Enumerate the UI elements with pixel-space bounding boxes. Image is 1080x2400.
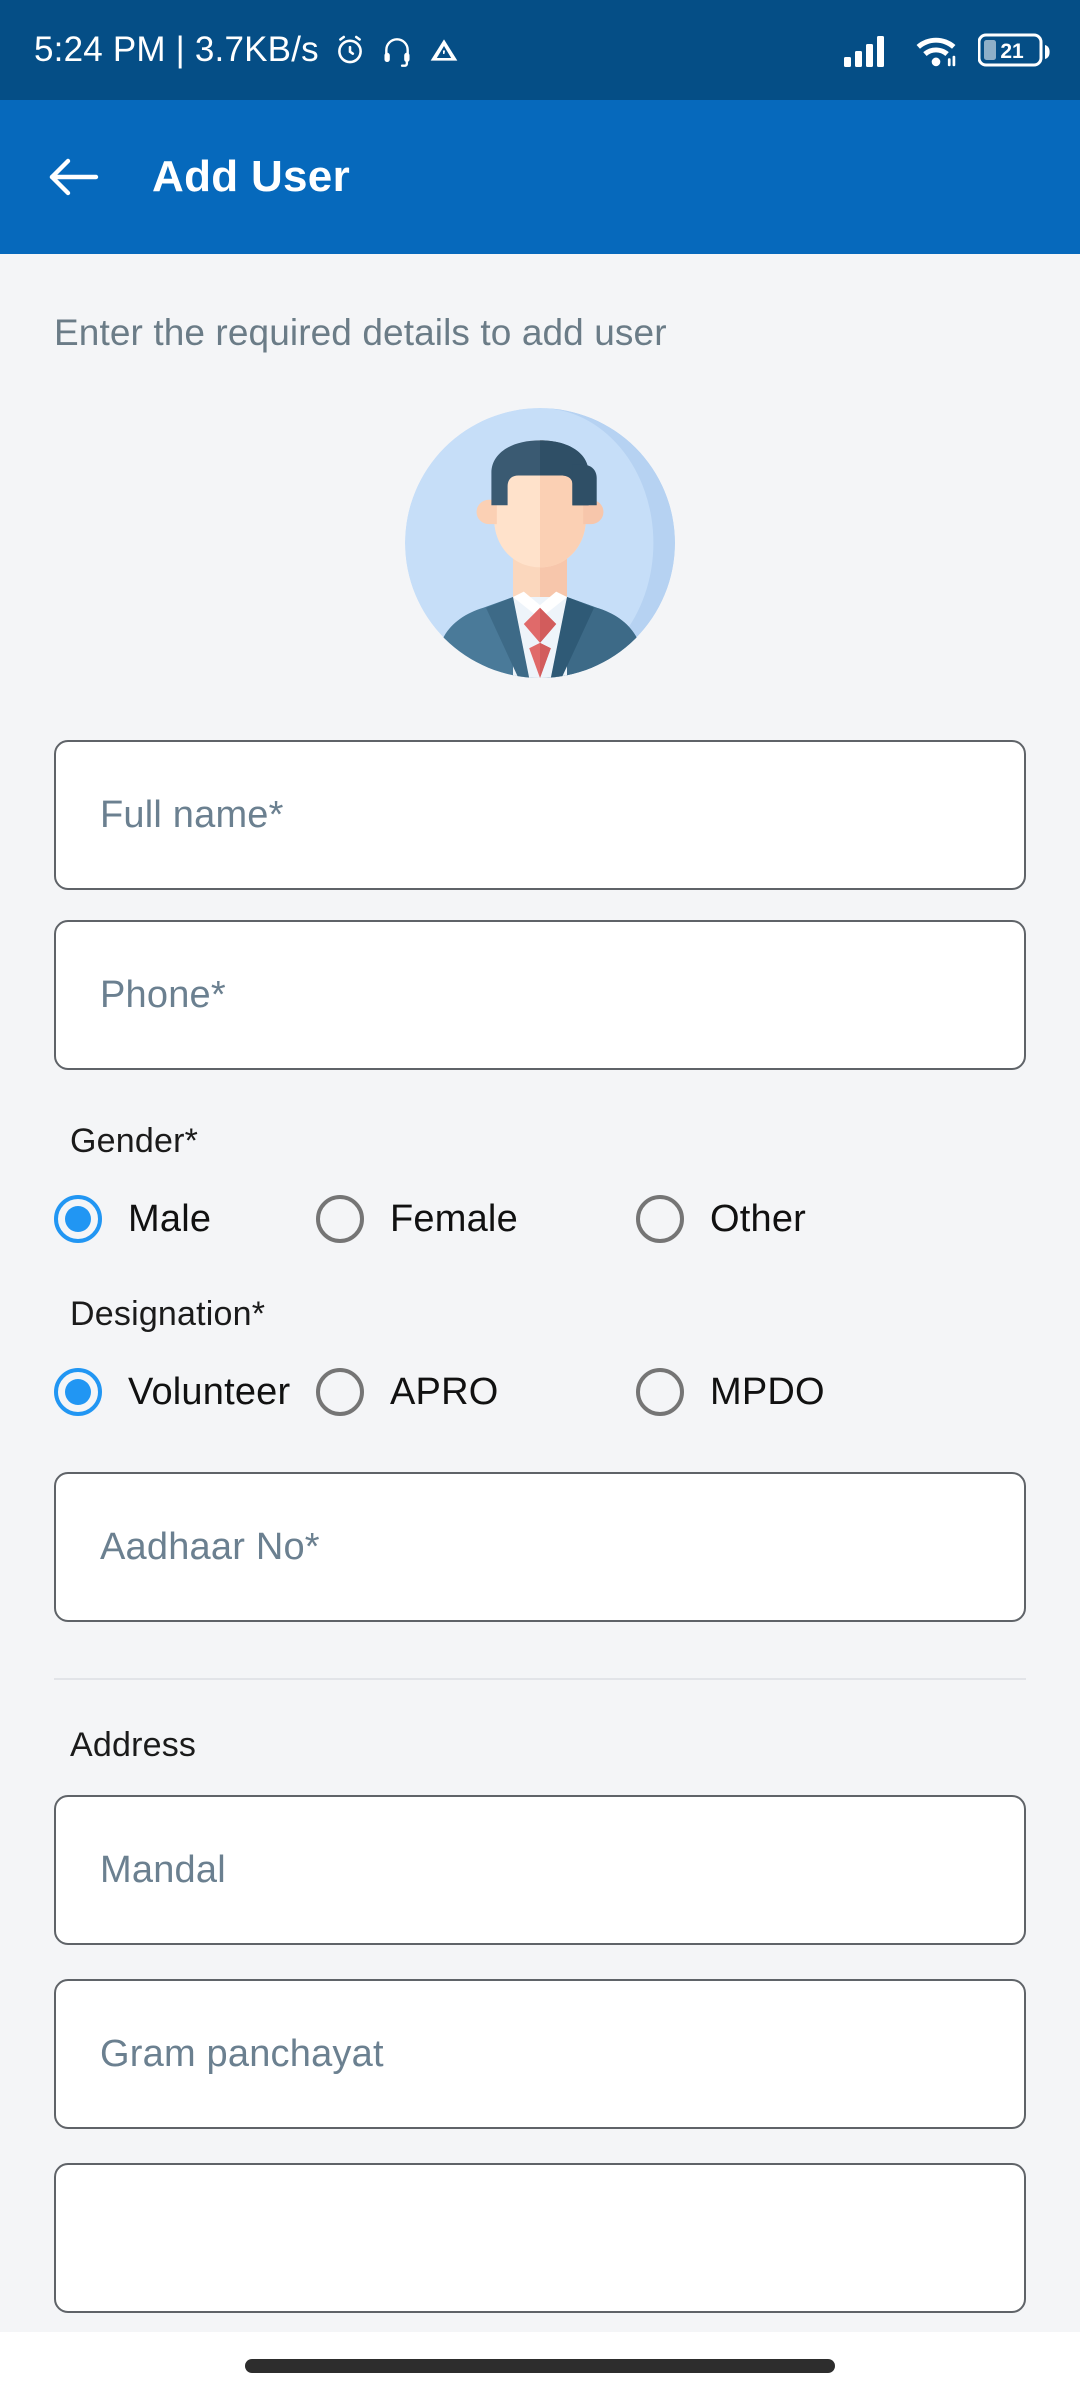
avatar-container bbox=[54, 408, 1026, 678]
designation-option-label: Volunteer bbox=[128, 1370, 291, 1413]
status-bar-right: 21 bbox=[844, 31, 1052, 69]
battery-level-text: 21 bbox=[1000, 40, 1024, 63]
headphones-icon bbox=[384, 38, 410, 67]
gender-radio-group: Male Female Other bbox=[54, 1195, 1026, 1243]
village-input[interactable] bbox=[54, 2163, 1026, 2313]
radio-icon bbox=[636, 1368, 684, 1416]
add-user-screen: 5:24 PM | 3.7KB/s 21 Add User Enter the … bbox=[0, 0, 1080, 2400]
arrow-left-icon bbox=[49, 158, 99, 196]
radio-icon bbox=[54, 1368, 102, 1416]
address-section-title: Address bbox=[70, 1726, 197, 1764]
form-content: Enter the required details to add user F… bbox=[0, 312, 1080, 2313]
wifi-icon bbox=[916, 37, 956, 67]
home-gesture-pill[interactable] bbox=[245, 2359, 835, 2373]
designation-option-mpdo[interactable]: MPDO bbox=[636, 1368, 825, 1416]
gesture-navigation-bar bbox=[0, 2332, 1080, 2400]
gender-option-female[interactable]: Female bbox=[316, 1195, 636, 1243]
gender-option-label: Female bbox=[390, 1197, 518, 1240]
gender-option-other[interactable]: Other bbox=[636, 1195, 806, 1243]
status-time-network: 5:24 PM | 3.7KB/s bbox=[34, 30, 319, 69]
phone-placeholder: Phone* bbox=[100, 973, 226, 1016]
form-subtitle: Enter the required details to add user bbox=[54, 312, 667, 353]
gram-panchayat-placeholder: Gram panchayat bbox=[100, 2032, 384, 2075]
status-bar-left: 5:24 PM | 3.7KB/s bbox=[34, 30, 461, 70]
back-button[interactable] bbox=[46, 149, 102, 205]
radio-icon bbox=[636, 1195, 684, 1243]
full-name-placeholder: Full name* bbox=[100, 793, 284, 836]
gender-label: Gender* bbox=[70, 1122, 199, 1160]
designation-radio-group: Volunteer APRO MPDO bbox=[54, 1368, 1026, 1416]
battery-icon: 21 bbox=[978, 33, 1050, 67]
mandal-input[interactable]: Mandal bbox=[54, 1795, 1026, 1945]
radio-icon bbox=[54, 1195, 102, 1243]
radio-icon bbox=[316, 1195, 364, 1243]
page-title: Add User bbox=[152, 152, 350, 201]
gender-option-label: Male bbox=[128, 1197, 212, 1240]
designation-option-volunteer[interactable]: Volunteer bbox=[54, 1368, 316, 1416]
alarm-icon bbox=[337, 35, 362, 64]
app-bar: Add User bbox=[0, 100, 1080, 254]
aadhaar-input[interactable]: Aadhaar No* bbox=[54, 1472, 1026, 1622]
section-divider bbox=[54, 1678, 1026, 1680]
mandal-placeholder: Mandal bbox=[100, 1848, 226, 1891]
radio-icon bbox=[316, 1368, 364, 1416]
designation-option-label: APRO bbox=[390, 1370, 499, 1413]
phone-input[interactable]: Phone* bbox=[54, 920, 1026, 1070]
aadhaar-placeholder: Aadhaar No* bbox=[100, 1525, 320, 1568]
designation-label: Designation* bbox=[70, 1295, 266, 1333]
user-avatar-illustration bbox=[405, 408, 675, 678]
designation-option-label: MPDO bbox=[710, 1370, 825, 1413]
designation-option-apro[interactable]: APRO bbox=[316, 1368, 636, 1416]
full-name-input[interactable]: Full name* bbox=[54, 740, 1026, 890]
gram-panchayat-input[interactable]: Gram panchayat bbox=[54, 1979, 1026, 2129]
vpn-icon bbox=[430, 39, 458, 61]
gender-option-male[interactable]: Male bbox=[54, 1195, 316, 1243]
avatar[interactable] bbox=[405, 408, 675, 678]
gender-option-label: Other bbox=[710, 1197, 807, 1240]
status-bar: 5:24 PM | 3.7KB/s 21 bbox=[0, 0, 1080, 100]
cellular-signal-icon bbox=[844, 36, 884, 67]
